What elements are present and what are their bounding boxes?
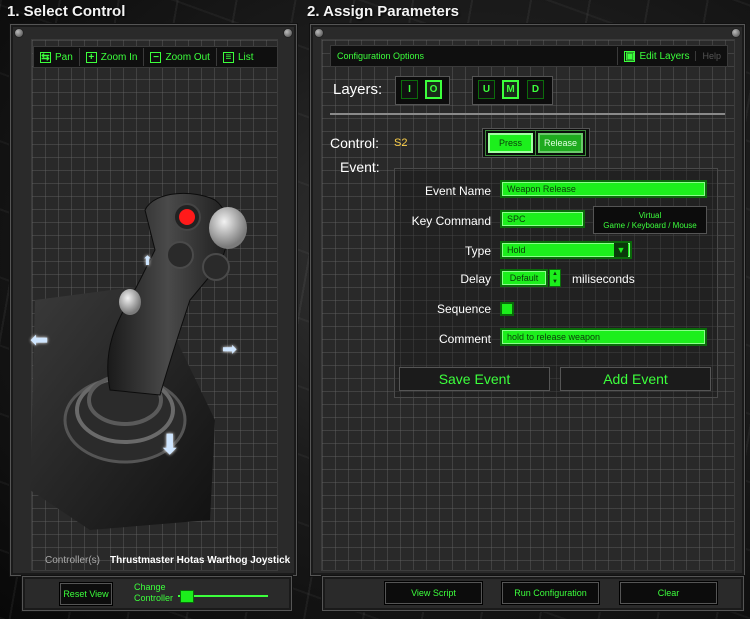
divider <box>330 113 725 115</box>
screw <box>283 28 293 38</box>
type-select[interactable]: Hold <box>500 241 632 259</box>
chevron-down-icon[interactable]: ▼ <box>614 243 628 257</box>
reset-view-button[interactable]: Reset View <box>60 583 112 605</box>
configuration-options-title: Configuration Options <box>337 51 425 61</box>
list-icon: ≡ <box>222 51 234 63</box>
assign-parameters-title: 2. Assign Parameters <box>307 3 460 20</box>
clear-button[interactable]: Clear <box>620 582 717 604</box>
screw <box>314 28 324 38</box>
rotate-left-arrow-icon[interactable]: ⬅ <box>30 327 48 353</box>
virtual-input-button[interactable]: Virtual Game / Keyboard / Mouse <box>593 206 707 234</box>
save-event-button[interactable]: Save Event <box>399 367 550 391</box>
type-label: Type <box>464 244 491 258</box>
rotate-right-arrow-icon[interactable]: ➡ <box>222 339 237 360</box>
layer-button-i[interactable]: I <box>401 80 418 99</box>
china-hat-switch[interactable] <box>209 207 247 249</box>
layer-button-d[interactable]: D <box>527 80 544 99</box>
comment-label: Comment <box>438 332 491 346</box>
controller-label: Controller(s) <box>45 555 101 566</box>
select-control-title: 1. Select Control <box>7 3 126 20</box>
event-name-label: Event Name <box>424 184 491 198</box>
stepper-up-icon[interactable]: ▲ <box>550 270 560 278</box>
screw <box>731 28 741 38</box>
list-button[interactable]: ≡ List <box>215 48 260 66</box>
change-controller-label: Change Controller <box>134 582 174 603</box>
control-label: Control: <box>330 135 380 151</box>
key-command-input[interactable]: SPC <box>500 210 585 228</box>
add-event-button[interactable]: Add Event <box>560 367 711 391</box>
plus-icon: + <box>85 51 97 63</box>
joystick-model[interactable] <box>30 190 250 540</box>
layer-button-o[interactable]: O <box>425 80 442 99</box>
delay-unit: miliseconds <box>572 272 635 286</box>
layer-button-m[interactable]: M <box>502 80 519 99</box>
help-button[interactable]: Help <box>695 51 727 61</box>
s2-red-button[interactable] <box>179 209 195 225</box>
delay-label: Delay <box>460 272 491 286</box>
layers-icon: ▣ <box>624 50 636 62</box>
delay-stepper[interactable]: ▲ ▼ <box>549 269 561 287</box>
view-toolbar: ⇆ Pan + Zoom In − Zoom Out ≡ List <box>33 46 278 68</box>
dms-hat[interactable] <box>202 253 230 281</box>
run-configuration-button[interactable]: Run Configuration <box>502 582 599 604</box>
delay-input[interactable]: Default <box>500 269 548 287</box>
pinky-switch[interactable] <box>119 289 141 315</box>
sequence-label: Sequence <box>436 302 491 316</box>
rotate-down-arrow-icon[interactable]: ⬇ <box>158 428 181 461</box>
minus-icon: − <box>150 51 162 63</box>
key-command-label: Key Command <box>411 214 491 228</box>
layers-label: Layers: <box>333 81 383 98</box>
edit-layers-button[interactable]: ▣ Edit Layers <box>617 47 695 65</box>
zoom-out-button[interactable]: − Zoom Out <box>143 48 215 66</box>
rotate-up-arrow-icon[interactable]: ⬆ <box>142 253 153 269</box>
controller-name[interactable]: Thrustmaster Hotas Warthog Joystick <box>110 555 290 566</box>
press-button[interactable]: Press <box>488 133 533 153</box>
trim-hat[interactable] <box>166 241 194 269</box>
pan-button[interactable]: ⇆ Pan <box>34 48 79 66</box>
layer-button-u[interactable]: U <box>478 80 495 99</box>
view-script-button[interactable]: View Script <box>385 582 482 604</box>
release-button[interactable]: Release <box>538 133 583 153</box>
event-name-input[interactable]: Weapon Release <box>500 180 707 198</box>
comment-input[interactable]: hold to release weapon <box>500 328 707 346</box>
event-label: Event: <box>340 159 380 175</box>
zoom-in-button[interactable]: + Zoom In <box>78 48 144 66</box>
screw <box>14 28 24 38</box>
pan-icon: ⇆ <box>40 51 51 63</box>
sequence-checkbox[interactable] <box>500 302 514 316</box>
controller-slider-thumb[interactable] <box>180 590 194 603</box>
configuration-toolbar: Configuration Options ▣ Edit Layers Help <box>330 45 728 67</box>
stepper-down-icon[interactable]: ▼ <box>550 278 560 286</box>
control-value: S2 <box>394 137 408 149</box>
